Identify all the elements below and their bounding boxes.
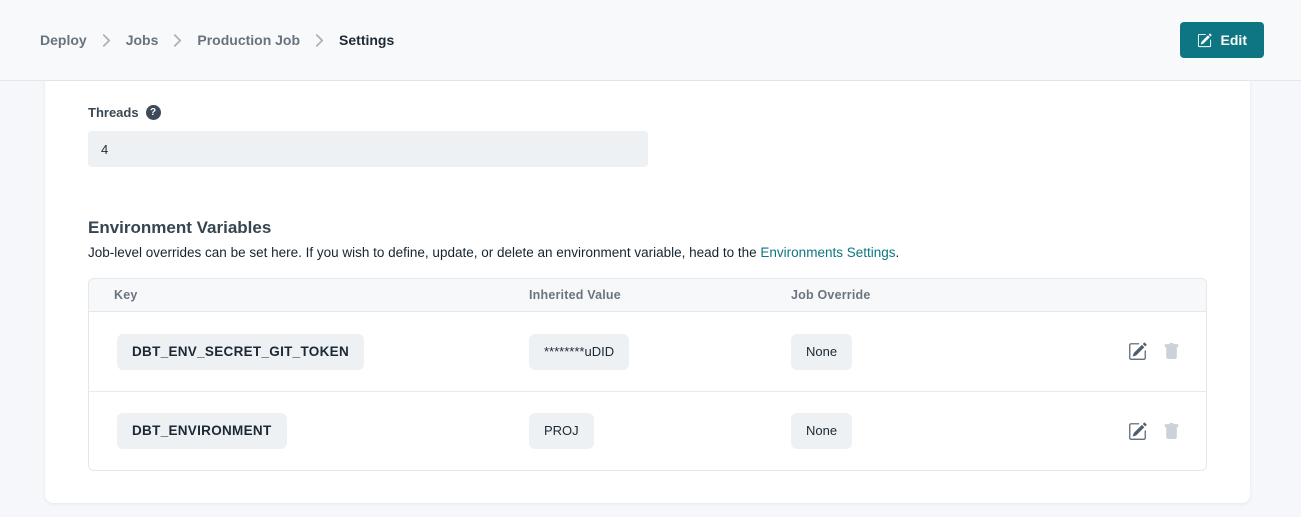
env-vars-title: Environment Variables [88,217,1207,239]
edit-button-label: Edit [1221,32,1247,48]
pencil-square-icon [1197,33,1212,48]
edit-row-button[interactable] [1128,422,1147,441]
pencil-square-icon [1128,422,1147,441]
table-row: DBT_ENVIRONMENT PROJ None [89,391,1206,470]
column-header-job-override: Job Override [791,288,1206,302]
env-vars-description-text: Job-level overrides can be set here. If … [88,245,760,260]
delete-row-button[interactable] [1163,422,1180,441]
table-header-row: Key Inherited Value Job Override [89,279,1206,312]
env-vars-description: Job-level overrides can be set here. If … [88,244,1207,261]
breadcrumb-item-settings: Settings [339,32,394,48]
env-var-inherited-value: ********uDID [529,334,629,370]
breadcrumb: Deploy Jobs Production Job Settings [40,32,394,48]
trash-icon [1163,342,1180,361]
question-circle-icon[interactable]: ? [146,105,161,120]
edit-row-button[interactable] [1128,342,1147,361]
trash-icon [1163,422,1180,441]
env-var-job-override: None [791,413,852,449]
delete-row-button[interactable] [1163,342,1180,361]
breadcrumb-item-production-job[interactable]: Production Job [197,32,300,48]
table-row: DBT_ENV_SECRET_GIT_TOKEN ********uDID No… [89,312,1206,391]
breadcrumb-item-deploy[interactable]: Deploy [40,32,87,48]
settings-card: Threads ? Environment Variables Job-leve… [45,81,1250,503]
env-vars-description-period: . [896,245,900,260]
env-vars-table: Key Inherited Value Job Override DBT_ENV… [88,278,1207,471]
env-var-inherited-value: PROJ [529,413,594,449]
env-var-job-override: None [791,334,852,370]
top-bar: Deploy Jobs Production Job Settings Edit [0,0,1301,81]
edit-button[interactable]: Edit [1180,22,1264,58]
chevron-right-icon [173,34,182,47]
column-header-key: Key [89,288,529,302]
environments-settings-link[interactable]: Environments Settings [760,245,895,260]
env-var-key: DBT_ENVIRONMENT [117,413,287,449]
pencil-square-icon [1128,342,1147,361]
chevron-right-icon [102,34,111,47]
column-header-inherited-value: Inherited Value [529,288,791,302]
env-var-key: DBT_ENV_SECRET_GIT_TOKEN [117,334,364,370]
threads-label: Threads [88,105,139,120]
chevron-right-icon [315,34,324,47]
breadcrumb-item-jobs[interactable]: Jobs [126,32,159,48]
threads-input[interactable] [88,131,648,167]
